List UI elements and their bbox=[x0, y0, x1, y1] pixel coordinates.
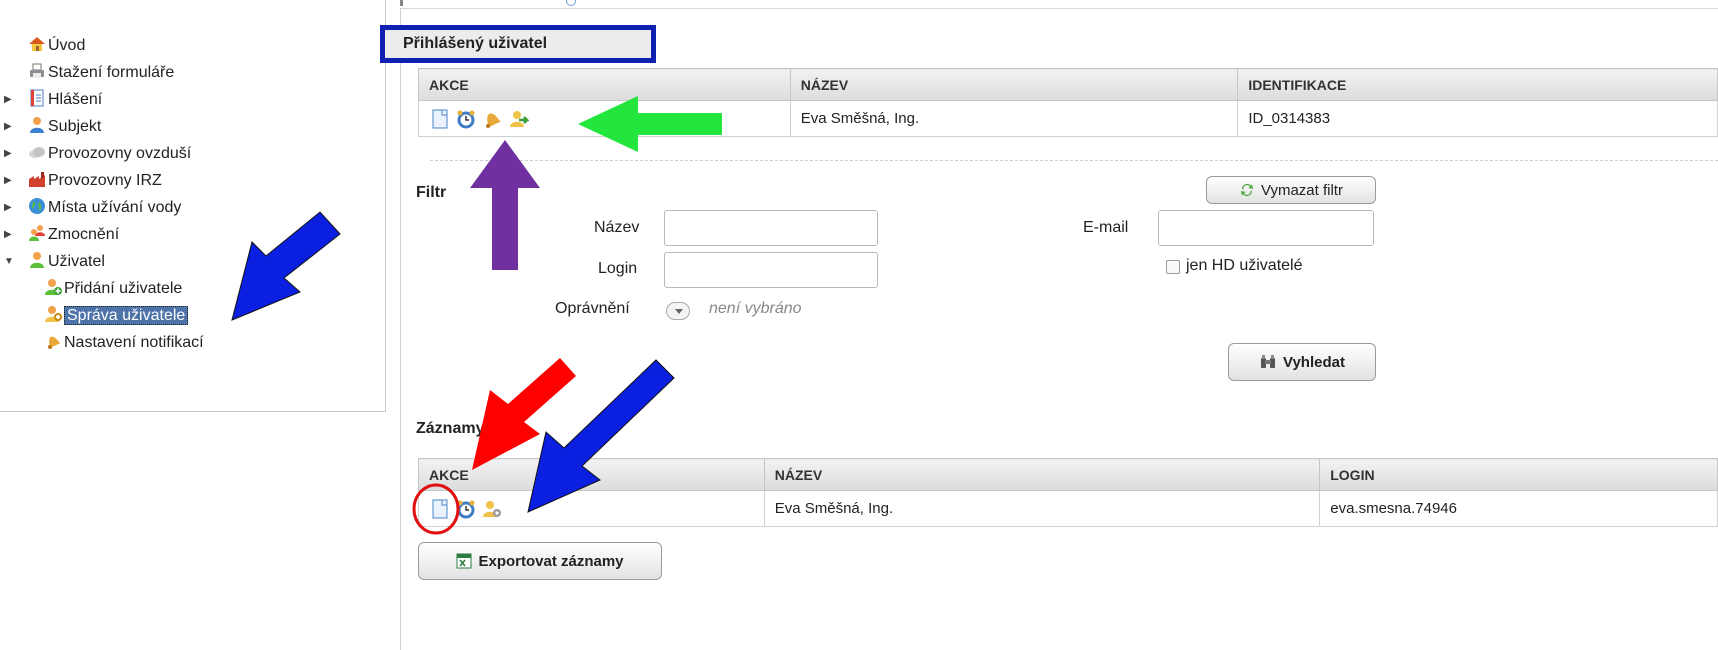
name-cell: Eva Směšná, Ing. bbox=[763, 490, 1321, 527]
divider bbox=[430, 160, 1718, 161]
sidebar-item-uvod[interactable]: Úvod bbox=[0, 33, 204, 60]
expand-arrow-icon[interactable]: ▶ bbox=[4, 222, 12, 247]
bell-icon bbox=[48, 336, 61, 349]
permission-label: Oprávnění bbox=[555, 300, 630, 317]
factory-icon bbox=[29, 172, 45, 187]
red-arrow bbox=[472, 358, 576, 470]
email-label: E-mail bbox=[1083, 219, 1129, 236]
records-table: AKCE NÁZEV LOGIN Eva Směšná, Ing. eva.sm… bbox=[418, 458, 1718, 527]
name-input[interactable] bbox=[664, 210, 878, 246]
sidebar-item-mista-vody[interactable]: ▶ Místa užívání vody bbox=[0, 195, 204, 222]
name-cell: Eva Směšná, Ing. bbox=[789, 100, 1239, 137]
person-icon bbox=[30, 117, 44, 133]
expand-arrow-icon[interactable]: ▶ bbox=[4, 141, 12, 166]
expand-arrow-icon[interactable]: ▶ bbox=[4, 168, 12, 193]
column-header-nazev: NÁZEV bbox=[763, 458, 1321, 491]
users-icon bbox=[29, 225, 45, 241]
user-key-icon bbox=[45, 306, 62, 322]
sidebar-item-label: Stažení formuláře bbox=[48, 64, 175, 81]
email-input[interactable] bbox=[1158, 210, 1374, 246]
login-cell: eva.smesna.74946 bbox=[1319, 490, 1718, 527]
column-header-login: LOGIN bbox=[1319, 458, 1718, 491]
filter-title: Filtr bbox=[416, 184, 447, 201]
export-records-label: Exportovat záznamy bbox=[478, 552, 624, 570]
search-button[interactable]: Vyhledat bbox=[1228, 343, 1376, 381]
home-icon bbox=[29, 37, 45, 51]
user-settings-icon[interactable] bbox=[481, 498, 503, 520]
excel-icon bbox=[456, 553, 472, 569]
sidebar-item-label: Zmocnění bbox=[48, 226, 120, 243]
change-user-icon[interactable] bbox=[507, 108, 531, 130]
expand-arrow-icon[interactable]: ▶ bbox=[4, 87, 12, 112]
section-title-logged-user: Přihlášený uživatel bbox=[380, 25, 656, 63]
sidebar-item-label: Provozovny IRZ bbox=[48, 172, 162, 189]
export-records-button[interactable]: Exportovat záznamy bbox=[418, 542, 662, 580]
sidebar-item-label: Přidání uživatele bbox=[64, 280, 183, 297]
sidebar-item-hlaseni[interactable]: ▶ Hlášení bbox=[0, 87, 204, 114]
sidebar-item-nastaveni-notifikaci[interactable]: Nastavení notifikací bbox=[0, 330, 204, 357]
collapse-arrow-icon[interactable]: ▼ bbox=[4, 249, 14, 274]
expand-arrow-icon[interactable]: ▶ bbox=[4, 114, 12, 139]
menu-tree: Úvod Stažení formuláře ▶ Hlášení ▶ Subje… bbox=[0, 33, 204, 357]
name-label: Název bbox=[594, 219, 640, 236]
expand-arrow-icon[interactable]: ▶ bbox=[4, 195, 12, 220]
sidebar-item-zmocneni[interactable]: ▶ Zmocnění bbox=[0, 222, 204, 249]
divider bbox=[400, 8, 1718, 9]
detail-document-icon[interactable] bbox=[429, 498, 451, 520]
clear-filter-label: Vymazat filtr bbox=[1261, 181, 1343, 199]
column-header-nazev: NÁZEV bbox=[789, 68, 1239, 101]
sidebar-item-label: Nastavení notifikací bbox=[64, 334, 204, 351]
sidebar-item-label: Uživatel bbox=[48, 253, 105, 270]
sidebar-item-label: Správa uživatele bbox=[64, 306, 189, 325]
logged-user-table: AKCE NÁZEV IDENTIFIKACE Eva Směšná, Ing.… bbox=[418, 68, 1718, 137]
sidebar-item-stazeni[interactable]: Stažení formuláře bbox=[0, 60, 204, 87]
column-header-akce: AKCE bbox=[418, 458, 765, 491]
hd-users-checkbox[interactable] bbox=[1166, 260, 1180, 274]
document-icon bbox=[30, 89, 44, 107]
login-input[interactable] bbox=[664, 252, 878, 288]
sidebar-item-provozovny-ovzdusi[interactable]: ▶ Provozovny ovzduší bbox=[0, 141, 204, 168]
login-label: Login bbox=[598, 260, 638, 277]
add-user-icon bbox=[45, 279, 62, 295]
column-header-identifikace: IDENTIFIKACE bbox=[1237, 68, 1718, 101]
notification-bell-icon[interactable] bbox=[481, 108, 503, 130]
sidebar-item-sprava-uzivatele[interactable]: Správa uživatele bbox=[0, 303, 204, 330]
alarm-clock-icon[interactable] bbox=[455, 108, 477, 130]
table-row: Eva Směšná, Ing. eva.smesna.74946 bbox=[418, 490, 1718, 527]
detail-document-icon[interactable] bbox=[429, 108, 451, 130]
actions-cell bbox=[418, 100, 791, 137]
sidebar-item-label: Provozovny ovzduší bbox=[48, 145, 192, 162]
sidebar-item-label: Subjekt bbox=[48, 118, 102, 135]
binoculars-icon bbox=[1261, 355, 1276, 368]
sidebar-item-uzivatel[interactable]: ▼ Uživatel bbox=[0, 249, 204, 276]
clear-filter-button[interactable]: Vymazat filtr bbox=[1206, 176, 1376, 204]
records-title: Záznamy bbox=[416, 420, 485, 437]
permission-value: není vybráno bbox=[709, 300, 802, 317]
search-label: Vyhledat bbox=[1283, 353, 1345, 371]
sidebar-item-label: Hlášení bbox=[48, 91, 103, 108]
person-icon bbox=[30, 252, 44, 268]
sidebar-menu: Úvod Stažení formuláře ▶ Hlášení ▶ Subje… bbox=[0, 0, 386, 412]
sidebar-item-pridani-uzivatele[interactable]: Přidání uživatele bbox=[0, 276, 204, 303]
hd-users-label: jen HD uživatelé bbox=[1186, 257, 1303, 274]
alarm-clock-icon[interactable] bbox=[455, 498, 477, 520]
identification-cell: ID_0314383 bbox=[1237, 100, 1718, 137]
cloud-icon bbox=[29, 147, 45, 158]
sidebar-item-label: Úvod bbox=[48, 37, 86, 54]
globe-icon bbox=[29, 198, 45, 214]
sidebar-item-label: Místa užívání vody bbox=[48, 199, 182, 216]
help-icon[interactable] bbox=[566, 0, 576, 6]
permission-dropdown-button[interactable] bbox=[666, 302, 690, 320]
printer-icon bbox=[30, 63, 44, 78]
sidebar-item-provozovny-irz[interactable]: ▶ Provozovny IRZ bbox=[0, 168, 204, 195]
sidebar-item-subjekt[interactable]: ▶ Subjekt bbox=[0, 114, 204, 141]
table-row: Eva Směšná, Ing. ID_0314383 bbox=[418, 100, 1718, 137]
divider bbox=[400, 8, 401, 650]
column-header-akce: AKCE bbox=[418, 68, 791, 101]
refresh-icon bbox=[1241, 184, 1254, 196]
divider bbox=[400, 0, 403, 6]
actions-cell bbox=[418, 490, 765, 527]
